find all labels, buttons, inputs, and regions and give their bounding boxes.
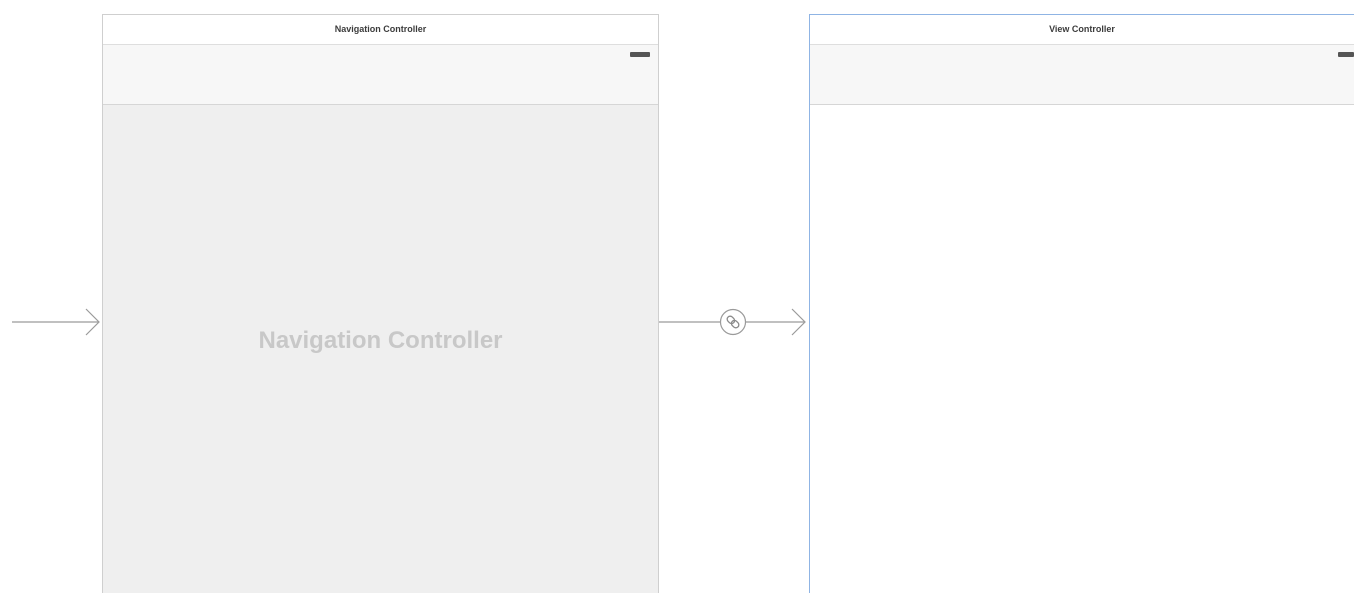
view-controller-scene[interactable]: View Controller	[809, 14, 1354, 593]
status-bar	[103, 45, 658, 67]
navigation-controller-scene[interactable]: Navigation Controller Navigation Control…	[102, 14, 659, 593]
navigation-controller-placeholder-label: Navigation Controller	[258, 327, 503, 354]
status-bar	[810, 45, 1354, 67]
storyboard-canvas[interactable]: Navigation Controller Navigation Control…	[0, 0, 1354, 593]
view-controller-scene-title[interactable]: View Controller	[810, 15, 1354, 45]
view-controller-content[interactable]	[810, 105, 1354, 593]
initial-view-controller-arrow[interactable]	[12, 308, 100, 336]
navigation-controller-content: Navigation Controller	[103, 105, 658, 593]
battery-icon	[1338, 52, 1354, 57]
link-icon[interactable]	[719, 308, 747, 336]
root-view-controller-segue[interactable]	[659, 308, 806, 336]
navigation-bar[interactable]	[810, 67, 1354, 105]
navigation-bar[interactable]	[103, 67, 658, 105]
battery-icon	[630, 52, 650, 57]
navigation-controller-scene-title[interactable]: Navigation Controller	[103, 15, 658, 45]
